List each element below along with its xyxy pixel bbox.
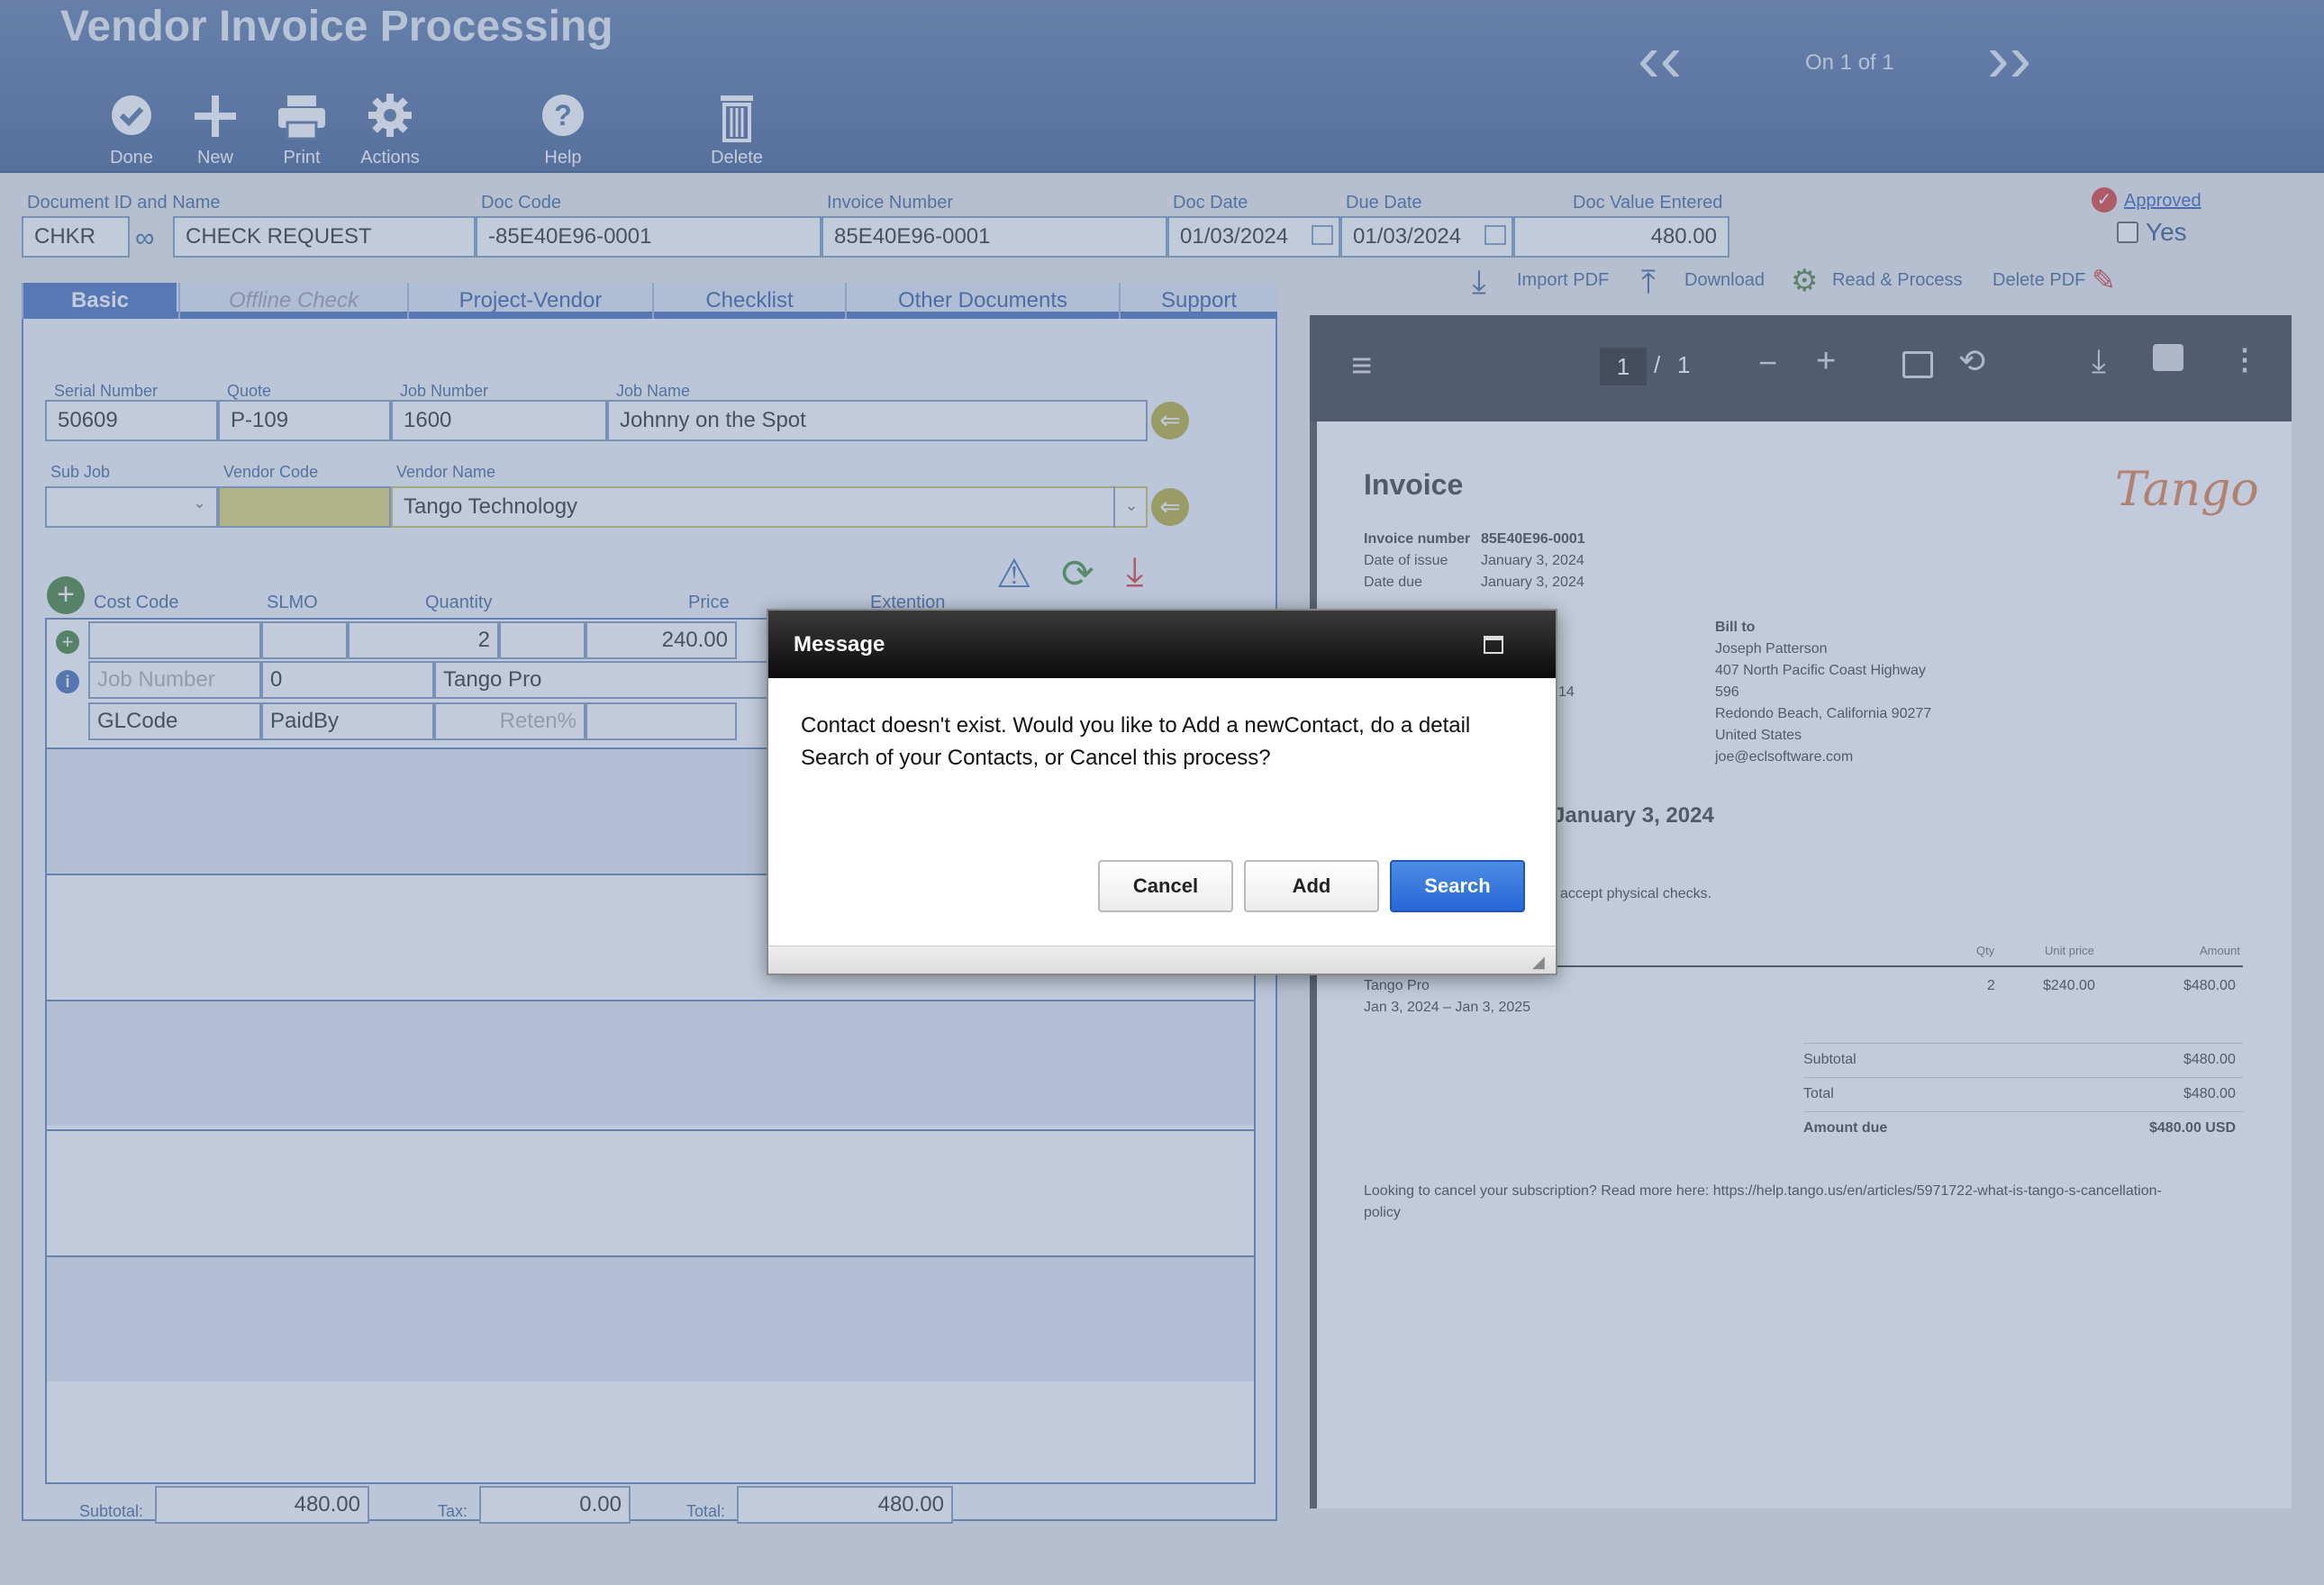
add-button[interactable]: Add (1244, 860, 1379, 912)
maximize-icon[interactable] (1484, 636, 1503, 654)
resize-grip-icon[interactable]: ◢ (1532, 953, 1545, 972)
message-dialog: Message Contact doesn't exist. Would you… (767, 609, 1557, 975)
dialog-title: Message (768, 611, 1556, 678)
cancel-button[interactable]: Cancel (1098, 860, 1233, 912)
dialog-message: Contact doesn't exist. Would you like to… (801, 713, 1471, 770)
dialog-footer (768, 946, 1556, 974)
search-button[interactable]: Search (1390, 860, 1525, 912)
